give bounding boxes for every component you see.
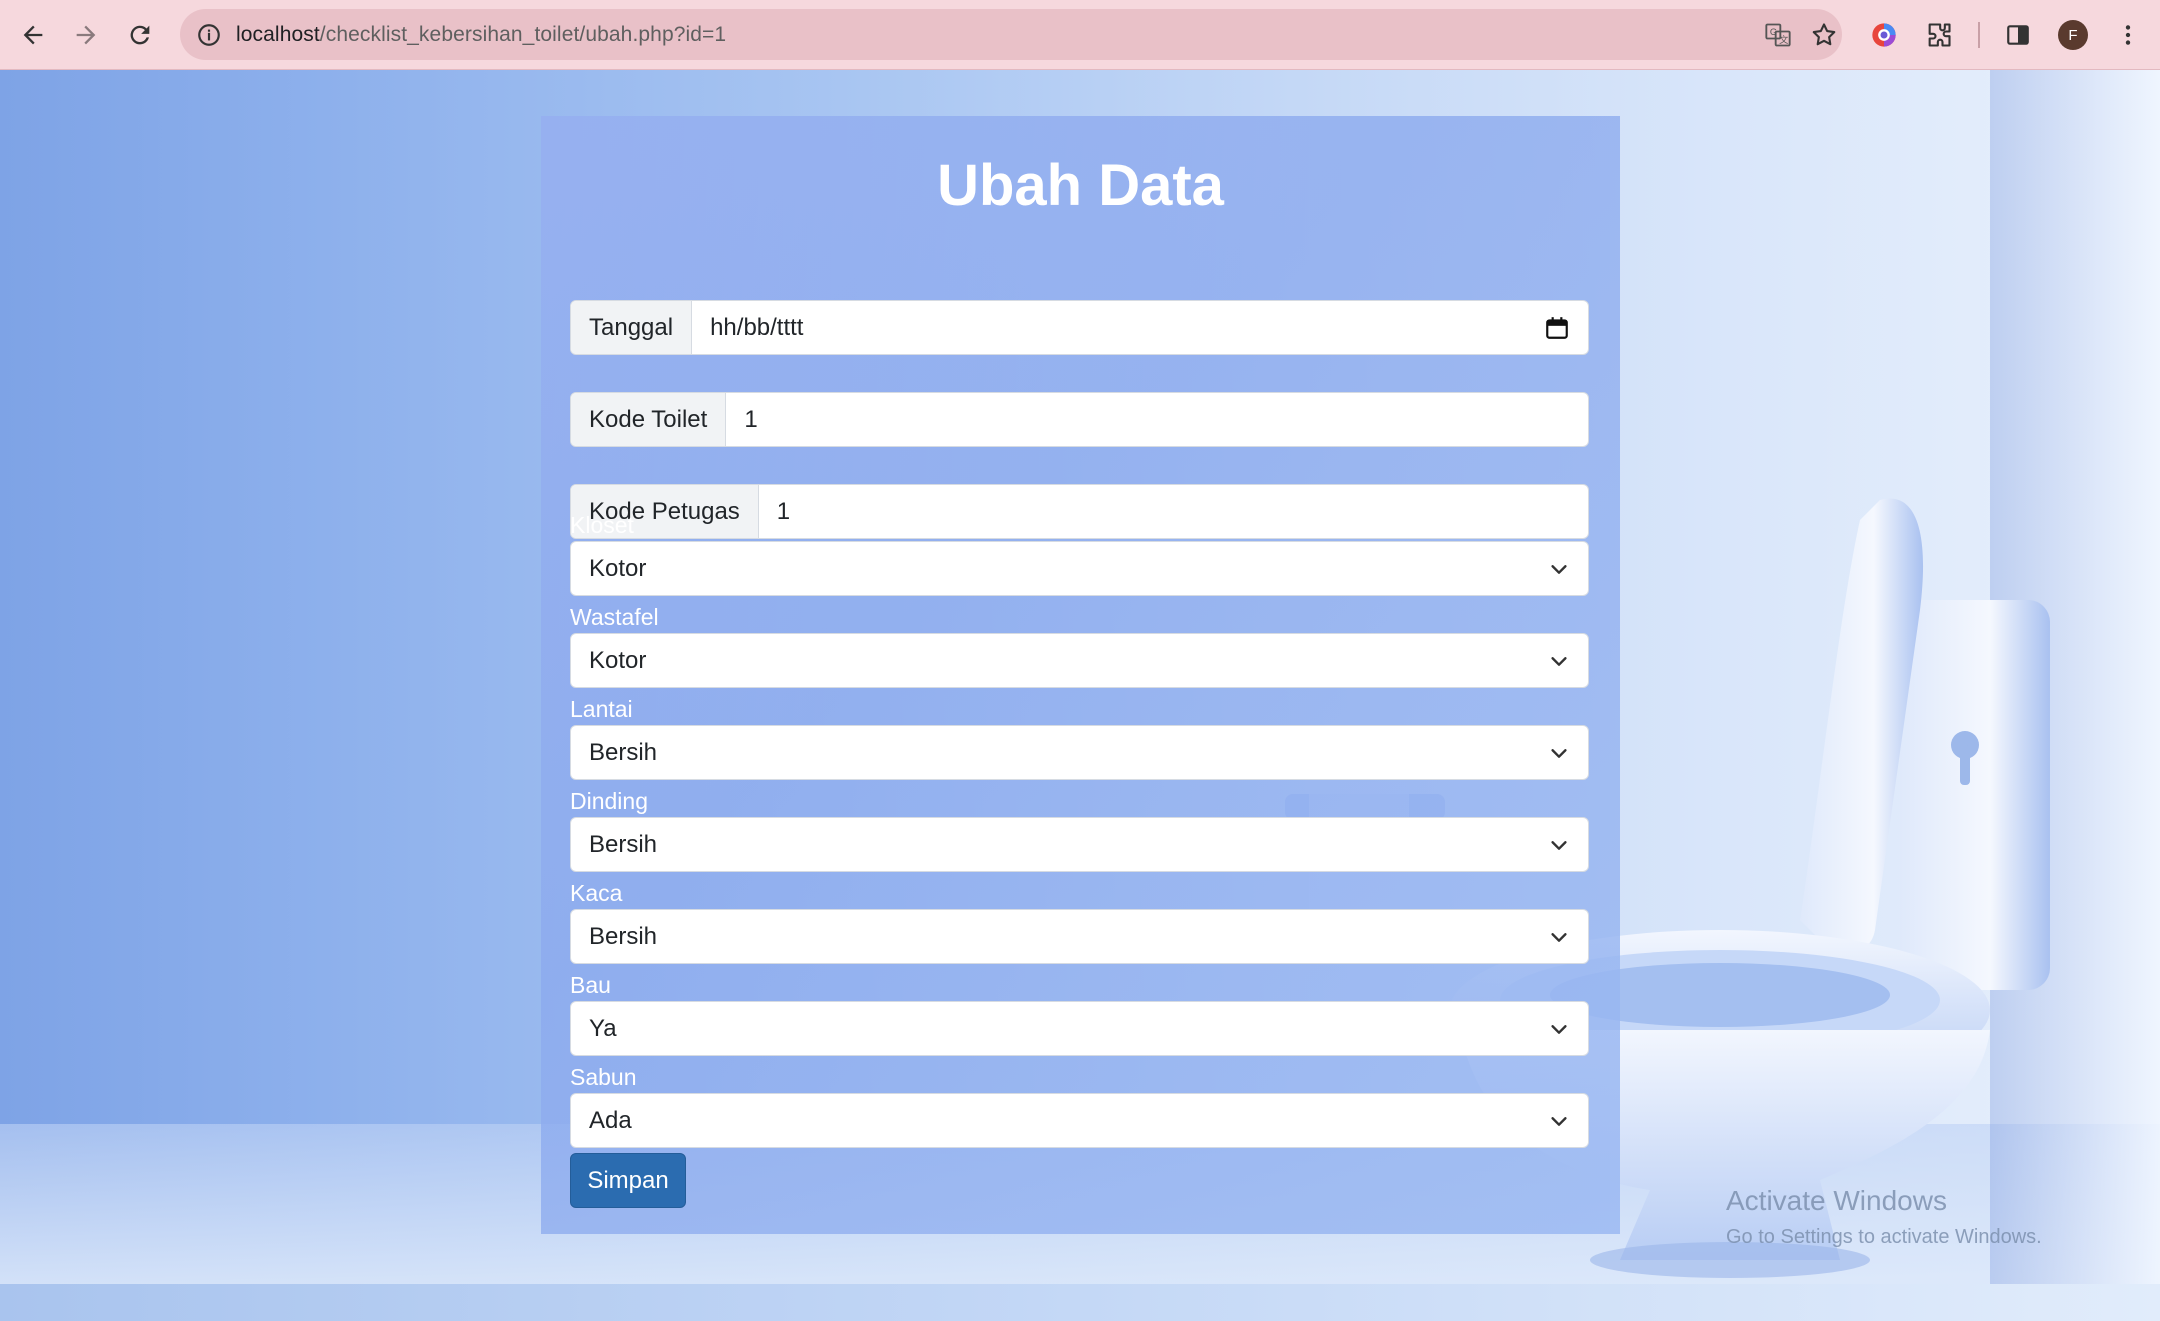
reload-icon[interactable] <box>120 15 160 55</box>
address-bar[interactable]: localhost/checklist_kebersihan_toilet/ub… <box>180 9 1842 60</box>
toolbar-divider <box>1978 22 1980 48</box>
activate-windows-subtitle: Go to Settings to activate Windows. <box>1726 1226 2042 1248</box>
browser-toolbar: localhost/checklist_kebersihan_toilet/ub… <box>0 0 2160 70</box>
forward-arrow-icon[interactable] <box>66 15 106 55</box>
kode-toilet-label: Kode Toilet <box>571 393 727 446</box>
sabun-value: Ada <box>589 1106 632 1134</box>
chevron-down-icon <box>1551 657 1567 666</box>
kloset-value: Kotor <box>589 554 647 582</box>
kode-petugas-input[interactable]: 1 <box>759 485 1588 538</box>
more-menu-icon[interactable] <box>2110 17 2146 53</box>
wastafel-select[interactable]: Kotor <box>570 633 1589 688</box>
kode-toilet-input[interactable]: 1 <box>726 393 1588 446</box>
bookmark-star-icon[interactable] <box>1808 19 1840 51</box>
dinding-value: Bersih <box>589 830 658 858</box>
sabun-select[interactable]: Ada <box>570 1093 1589 1148</box>
calendar-icon[interactable] <box>1544 315 1570 341</box>
tanggal-date-input[interactable]: hh/bb/tttt <box>692 301 1588 354</box>
kloset-label: Kloset <box>570 512 634 538</box>
chevron-down-icon <box>1551 1025 1567 1034</box>
chevron-down-icon <box>1551 933 1567 942</box>
colorful-extension-icon[interactable] <box>1866 17 1902 53</box>
extensions-puzzle-icon[interactable] <box>1921 17 1957 53</box>
sabun-label: Sabun <box>570 1064 637 1090</box>
tanggal-input-group: Tanggal hh/bb/tttt <box>570 300 1589 355</box>
chevron-down-icon <box>1551 1117 1567 1126</box>
edit-form-card: Ubah Data Tanggal hh/bb/tttt Kode Toilet… <box>541 116 1620 1234</box>
back-arrow-icon[interactable] <box>13 15 53 55</box>
kaca-select[interactable]: Bersih <box>570 909 1589 964</box>
bottom-strip <box>0 1284 2160 1321</box>
tanggal-label: Tanggal <box>571 301 693 354</box>
bau-select[interactable]: Ya <box>570 1001 1589 1056</box>
site-info-icon[interactable] <box>194 20 224 50</box>
profile-avatar[interactable]: F <box>2055 17 2091 53</box>
dinding-select[interactable]: Bersih <box>570 817 1589 872</box>
chevron-down-icon <box>1551 841 1567 850</box>
chevron-down-icon <box>1551 749 1567 758</box>
translate-icon[interactable]: G文 <box>1762 19 1794 51</box>
url-path: /checklist_kebersihan_toilet/ubah.php?id… <box>319 22 727 46</box>
svg-text:文: 文 <box>1779 34 1788 45</box>
page-title: Ubah Data <box>937 153 1224 218</box>
page-background: Activate Windows Go to Settings to activ… <box>0 70 2160 1284</box>
wastafel-label: Wastafel <box>570 604 659 630</box>
side-panel-icon[interactable] <box>2000 17 2036 53</box>
chevron-down-icon <box>1551 565 1567 574</box>
kloset-select[interactable]: Kotor <box>570 541 1589 596</box>
url-text: localhost/checklist_kebersihan_toilet/ub… <box>236 23 726 47</box>
kode-petugas-input-group: Kode Petugas 1 <box>570 484 1589 539</box>
dinding-label: Dinding <box>570 788 648 814</box>
profile-initial: F <box>2058 20 2088 50</box>
lantai-value: Bersih <box>589 738 658 766</box>
bau-label: Bau <box>570 972 611 998</box>
bau-value: Ya <box>589 1014 617 1042</box>
wastafel-value: Kotor <box>589 646 647 674</box>
tanggal-placeholder: hh/bb/tttt <box>710 313 804 341</box>
activate-windows-title: Activate Windows <box>1726 1185 1947 1216</box>
lantai-select[interactable]: Bersih <box>570 725 1589 780</box>
url-host: localhost <box>236 22 320 46</box>
kode-toilet-input-group: Kode Toilet 1 <box>570 392 1589 447</box>
kaca-value: Bersih <box>589 922 658 950</box>
lantai-label: Lantai <box>570 696 633 722</box>
save-button[interactable]: Simpan <box>570 1153 686 1208</box>
kaca-label: Kaca <box>570 880 623 906</box>
